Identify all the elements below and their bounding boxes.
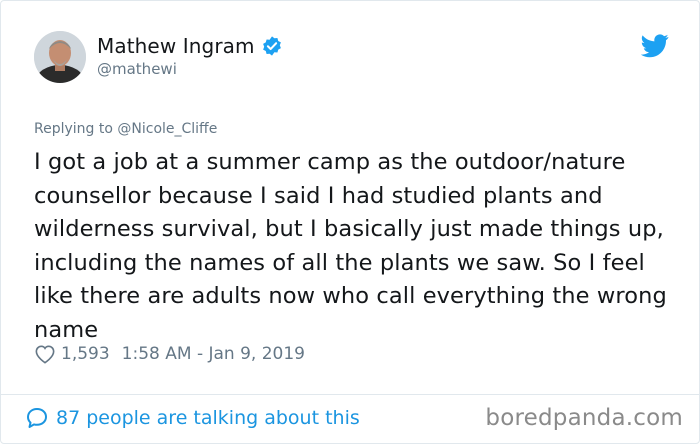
tweet-text: I got a job at a summer camp as the outd… xyxy=(34,149,667,343)
tweet-meta: 1,593 1:58 AM - Jan 9, 2019 xyxy=(34,344,305,364)
twitter-bird-icon[interactable] xyxy=(640,34,669,58)
divider xyxy=(1,394,700,395)
author-name-row: Mathew Ingram xyxy=(97,34,283,58)
avatar-photo xyxy=(34,31,86,83)
tweet-timestamp[interactable]: 1:58 AM - Jan 9, 2019 xyxy=(122,344,305,364)
like-count[interactable]: 1,593 xyxy=(61,344,110,364)
tweet-card: Mathew Ingram @mathewi Replying to @Nico… xyxy=(0,0,700,444)
talking-count-label: 87 people are talking about this xyxy=(56,407,360,429)
speech-bubble-icon xyxy=(25,406,49,430)
conversation-link[interactable]: 87 people are talking about this xyxy=(25,406,360,430)
author-display-name[interactable]: Mathew Ingram xyxy=(97,34,255,58)
replying-to[interactable]: Replying to @Nicole_Cliffe xyxy=(34,121,217,137)
verified-badge-icon xyxy=(261,35,283,57)
watermark: boredpanda.com xyxy=(485,405,683,431)
heart-icon[interactable] xyxy=(34,344,56,364)
author-handle[interactable]: @mathewi xyxy=(97,60,177,78)
avatar[interactable] xyxy=(34,31,86,83)
